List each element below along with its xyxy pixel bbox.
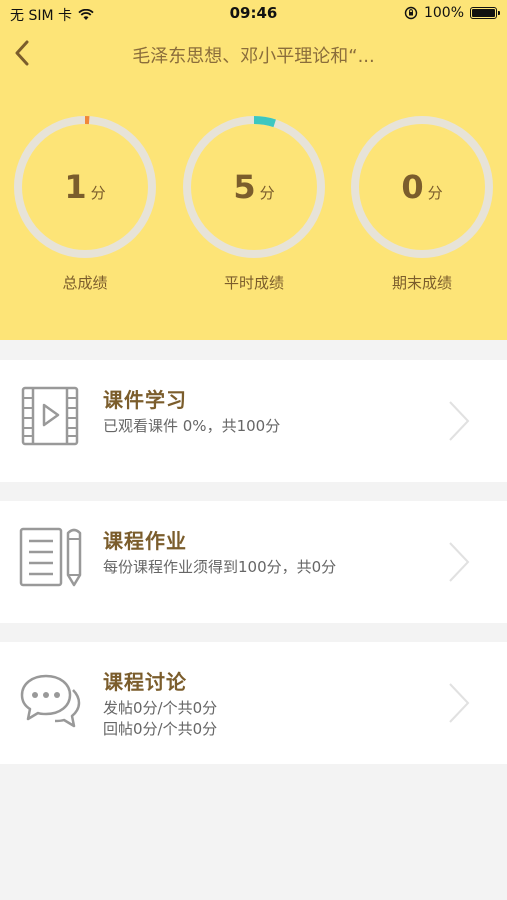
section-discussion[interactable]: 课程讨论 发帖0分/个共0分 回帖0分/个共0分 [0,642,507,764]
score-final: 0分 期末成绩 [347,112,497,302]
battery-icon [470,7,500,19]
score-value: 0 [401,168,424,206]
section-title: 课程作业 [103,529,187,553]
score-total: 1分 总成绩 [10,112,160,302]
section-title: 课件学习 [103,388,187,412]
section-desc: 已观看课件 0%，共100分 [103,417,281,435]
section-desc: 发帖0分/个共0分 [103,699,218,717]
section-desc: 回帖0分/个共0分 [103,720,218,738]
chevron-left-icon [15,40,29,66]
score-value: 1 [64,168,87,206]
orientation-lock-icon [404,6,418,20]
score-usual: 5分 平时成绩 [179,112,329,302]
section-homework[interactable]: 课程作业 每份课程作业须得到100分，共0分 [0,501,507,623]
status-bar: 无 SIM 卡 09:46 100% [0,0,507,28]
section-courseware[interactable]: 课件学习 已观看课件 0%，共100分 [0,360,507,482]
section-title: 课程讨论 [103,670,187,694]
notebook-pencil-icon [19,527,82,587]
score-unit: 分 [259,184,275,202]
score-unit: 分 [427,184,443,202]
score-label: 总成绩 [62,274,108,292]
section-desc: 每份课程作业须得到100分，共0分 [103,558,337,576]
score-label: 期末成绩 [391,274,452,292]
chevron-right-icon [449,542,470,582]
chevron-right-icon [449,401,470,441]
score-value: 5 [233,168,256,206]
score-unit: 分 [90,184,106,202]
nav-bar: 毛泽东思想、邓小平理论和“... [0,30,507,76]
back-button[interactable] [8,36,36,70]
score-rings: 1分 总成绩 5分 平时成绩 0分 期末成绩 [0,112,507,302]
video-icon [21,386,79,446]
battery-percent: 100% [423,5,464,21]
page-title: 毛泽东思想、邓小平理论和“... [132,46,375,67]
chevron-right-icon [449,683,470,723]
chat-bubbles-icon [20,674,81,728]
score-label: 平时成绩 [223,274,284,292]
